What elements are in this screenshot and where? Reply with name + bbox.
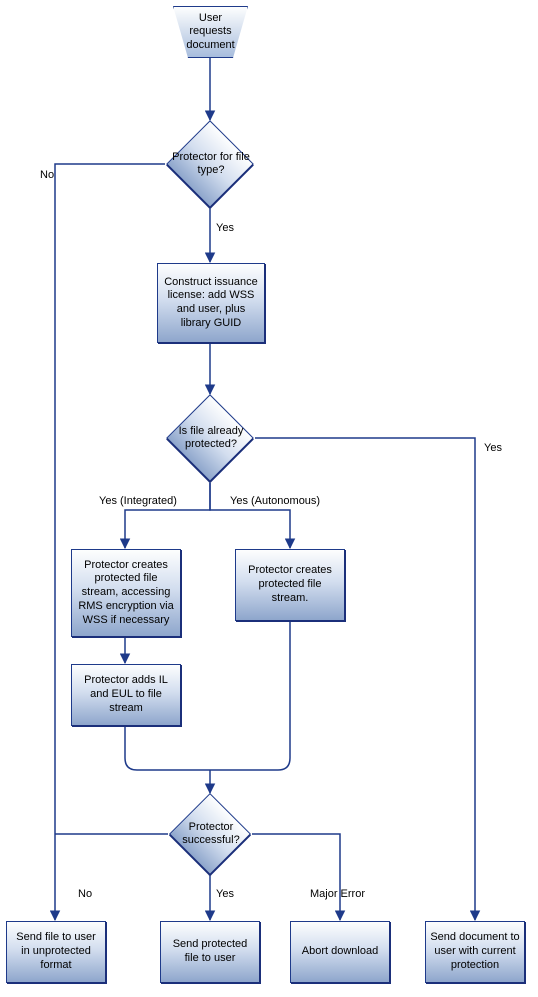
edge-label-yes-integrated: Yes (Integrated) <box>99 495 177 507</box>
edge-label-yes-right: Yes <box>484 442 502 454</box>
decision-file-already-protected-label: Is file already protected? <box>164 413 258 463</box>
terminal-send-protected: Send protected file to user <box>160 921 260 983</box>
terminal-abort-download: Abort download <box>290 921 390 983</box>
edge-label-yes-1: Yes <box>216 222 234 234</box>
edge-label-no-1: No <box>40 169 54 181</box>
process-construct-license: Construct issuance license: add WSS and … <box>157 263 265 343</box>
decision-protector-successful-label: Protector successful? <box>169 810 253 858</box>
process-integrated-stream: Protector creates protected file stream,… <box>71 549 181 637</box>
flowchart-canvas: User requests document Protector for fil… <box>0 0 538 997</box>
edge-label-yes-autonomous: Yes (Autonomous) <box>230 495 320 507</box>
process-add-il-eul: Protector adds IL and EUL to file stream <box>71 664 181 726</box>
start-label: User requests document <box>173 6 248 58</box>
edge-label-yes-3: Yes <box>216 888 234 900</box>
process-autonomous-stream: Protector creates protected file stream. <box>235 549 345 621</box>
terminal-send-unprotected: Send file to user in unprotected format <box>6 921 106 983</box>
start-node: User requests document <box>173 6 248 58</box>
edge-label-major-error: Major Error <box>310 888 365 900</box>
edge-label-no-3: No <box>78 888 92 900</box>
decision-protector-filetype-label: Protector for file type? <box>168 136 254 192</box>
terminal-send-current-protect: Send document to user with current prote… <box>425 921 525 983</box>
